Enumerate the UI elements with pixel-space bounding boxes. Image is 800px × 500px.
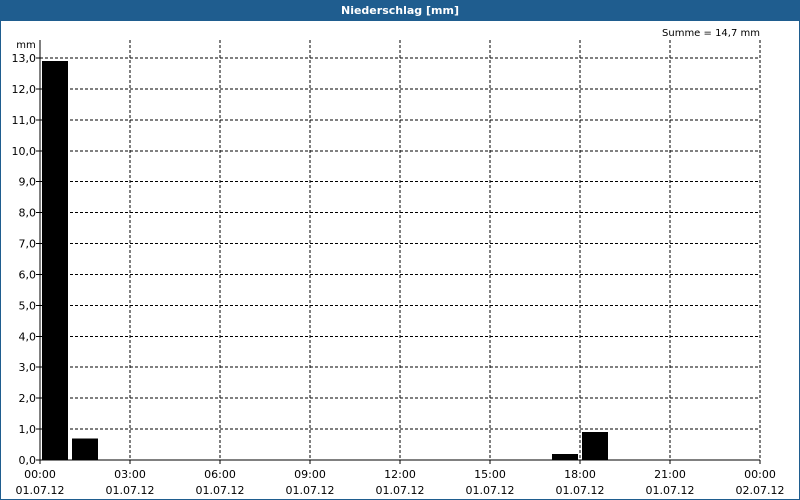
y-tick-label: 1,0 (19, 423, 37, 436)
x-tick-time: 03:00 (114, 468, 146, 481)
precipitation-bar (552, 453, 578, 460)
y-tick-label: 12,0 (12, 83, 37, 96)
y-tick-label: 8,0 (19, 207, 37, 220)
bars (42, 61, 608, 460)
x-tick-date: 01.07.12 (196, 484, 245, 497)
labels: 0,0 1,0 2,0 3,0 4,0 5,0 6,0 7,0 8,0 9,0 10,0 11,0 12… (12, 28, 785, 497)
y-tick-label: 9,0 (19, 176, 37, 189)
x-tick-time: 15:00 (474, 468, 506, 481)
x-tick-time: 00:00 (744, 468, 776, 481)
x-tick-date: 01.07.12 (286, 484, 335, 497)
x-tick-time: 18:00 (564, 468, 596, 481)
precipitation-bar (582, 432, 608, 460)
axes (36, 40, 761, 464)
x-tick-time: 00:00 (24, 468, 56, 481)
y-tick-label: 2,0 (19, 392, 37, 405)
grid (40, 40, 761, 460)
y-tick-label: 11,0 (12, 114, 37, 127)
x-tick-date: 02.07.12 (736, 484, 785, 497)
precipitation-bar (42, 61, 68, 460)
x-tick-time: 06:00 (204, 468, 236, 481)
y-tick-label: 10,0 (12, 145, 37, 158)
x-tick-date: 01.07.12 (646, 484, 695, 497)
x-tick-date: 01.07.12 (376, 484, 425, 497)
y-axis-unit: mm (16, 40, 35, 51)
x-tick-time: 12:00 (384, 468, 416, 481)
x-tick-time: 09:00 (294, 468, 326, 481)
y-tick-label: 3,0 (19, 361, 37, 374)
y-tick-label: 5,0 (19, 299, 37, 312)
x-tick-date: 01.07.12 (556, 484, 605, 497)
x-tick-date: 01.07.12 (16, 484, 65, 497)
y-tick-label: 0,0 (19, 454, 37, 467)
y-tick-label: 4,0 (19, 330, 37, 343)
precipitation-chart: 0,0 1,0 2,0 3,0 4,0 5,0 6,0 7,0 8,0 9,0 10,0 11,0 12… (12, 28, 785, 497)
y-tick-label: 7,0 (19, 238, 37, 251)
y-tick-label: 6,0 (19, 268, 37, 281)
y-tick-label: 13,0 (12, 52, 37, 65)
x-tick-date: 01.07.12 (106, 484, 155, 497)
precipitation-bar (72, 438, 98, 460)
x-tick-time: 21:00 (654, 468, 686, 481)
sum-annotation: Summe = 14,7 mm (662, 28, 760, 39)
x-tick-date: 01.07.12 (466, 484, 515, 497)
